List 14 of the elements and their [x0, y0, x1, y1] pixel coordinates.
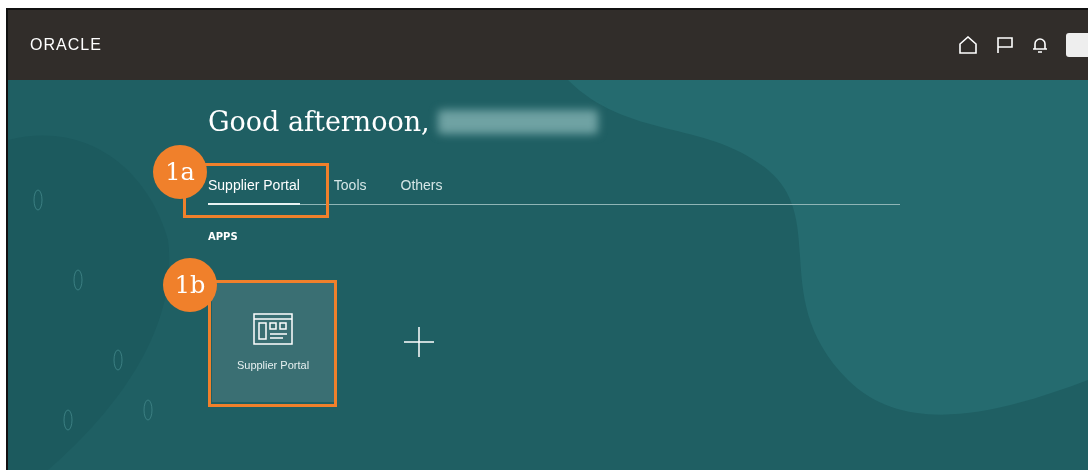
app-tile[interactable]: Supplier Portal [212, 282, 334, 402]
tab[interactable]: Tools [333, 171, 367, 205]
home-icon[interactable] [958, 36, 978, 54]
flag-icon[interactable] [996, 36, 1014, 54]
step-badge: 1b [163, 258, 217, 312]
notifications-icon[interactable] [1032, 36, 1048, 54]
tab[interactable]: Supplier Portal [208, 171, 300, 205]
step-badge: 1a [153, 145, 207, 199]
portal-icon [253, 313, 293, 345]
tab[interactable]: Others [400, 171, 443, 205]
greeting-text: Good afternoon, [208, 106, 430, 137]
oracle-logo[interactable]: ORACLE [30, 36, 102, 54]
section-heading: APPS [208, 231, 239, 242]
add-icon[interactable] [404, 327, 434, 357]
